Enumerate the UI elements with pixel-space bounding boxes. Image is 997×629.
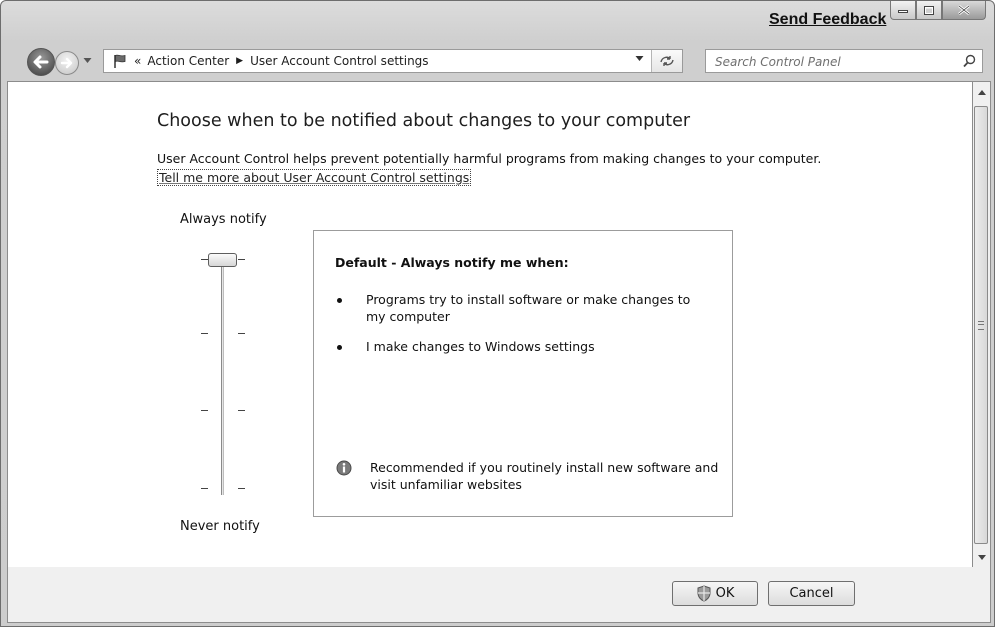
forward-arrow-icon <box>60 57 73 69</box>
page-description: User Account Control helps prevent poten… <box>157 151 822 166</box>
bullet-icon <box>337 345 342 350</box>
scroll-down-arrow-icon <box>977 554 986 560</box>
minimize-button[interactable] <box>890 1 916 20</box>
slider-tick <box>238 333 245 334</box>
scroll-up-arrow-icon <box>977 89 986 95</box>
back-button[interactable] <box>27 48 55 76</box>
maximize-button[interactable] <box>916 1 942 20</box>
send-feedback-link[interactable]: Send Feedback <box>769 11 886 29</box>
setting-description-box: Default - Always notify me when: Program… <box>313 230 733 517</box>
minimize-icon <box>898 10 908 13</box>
close-icon <box>958 5 970 15</box>
search-icon[interactable] <box>963 54 976 68</box>
slider-tick <box>238 410 245 411</box>
page-title: Choose when to be notified about changes… <box>157 111 691 131</box>
title-bar: Send Feedback <box>1 1 994 39</box>
address-dropdown-icon[interactable] <box>635 55 644 63</box>
breadcrumb-uac-settings[interactable]: User Account Control settings <box>250 54 428 68</box>
content-pane: Choose when to be notified about changes… <box>7 81 973 568</box>
refresh-icon <box>660 56 674 66</box>
ok-label: OK <box>715 586 735 601</box>
forward-button[interactable] <box>55 51 79 75</box>
close-button[interactable] <box>942 1 986 20</box>
scroll-up-button[interactable] <box>973 84 990 100</box>
address-overflow-chevron[interactable]: « <box>134 54 141 68</box>
address-bar[interactable]: « Action Center ▶ User Account Control s… <box>103 49 683 73</box>
cancel-button[interactable]: Cancel <box>768 581 855 606</box>
vertical-scrollbar[interactable] <box>973 81 991 568</box>
recommendation-text: Recommended if you routinely install new… <box>370 460 719 492</box>
slider-bottom-label: Never notify <box>180 519 260 534</box>
dialog-footer: OK Cancel <box>7 567 991 623</box>
action-center-flag-icon <box>114 54 126 68</box>
slider-tick <box>201 259 208 260</box>
slider-top-label: Always notify <box>180 212 267 227</box>
search-input[interactable] <box>713 51 957 73</box>
back-arrow-icon <box>33 55 49 69</box>
slider-tick <box>238 488 245 489</box>
bullet-item: I make changes to Windows settings <box>366 339 595 354</box>
info-icon <box>336 460 352 476</box>
slider-tick <box>201 333 208 334</box>
slider-tick <box>238 259 245 260</box>
ok-button[interactable]: OK <box>672 581 758 606</box>
uac-settings-window: Send Feedback « Action Center ▶ User Acc… <box>0 0 995 627</box>
breadcrumb-action-center[interactable]: Action Center <box>147 54 229 68</box>
learn-more-link[interactable]: Tell me more about User Account Control … <box>157 169 472 186</box>
slider-thumb[interactable] <box>208 253 237 267</box>
cancel-label: Cancel <box>789 586 834 601</box>
recent-pages-dropdown-icon[interactable] <box>83 57 92 65</box>
slider-tick <box>201 488 208 489</box>
slider-track[interactable] <box>221 257 224 495</box>
navigation-bar: « Action Center ▶ User Account Control s… <box>1 43 994 79</box>
refresh-button[interactable] <box>651 50 682 72</box>
uac-shield-icon <box>697 585 711 602</box>
grip-icon <box>978 320 984 330</box>
slider-tick <box>201 410 208 411</box>
caption-buttons <box>890 1 986 20</box>
bullet-icon <box>337 298 342 303</box>
breadcrumb-separator[interactable]: ▶ <box>236 56 243 66</box>
setting-title: Default - Always notify me when: <box>335 255 569 270</box>
search-box <box>705 49 983 73</box>
bullet-item: Programs try to install software or make… <box>366 292 691 324</box>
scroll-down-button[interactable] <box>973 549 990 565</box>
maximize-icon <box>924 5 934 15</box>
scrollbar-thumb[interactable] <box>974 106 988 544</box>
